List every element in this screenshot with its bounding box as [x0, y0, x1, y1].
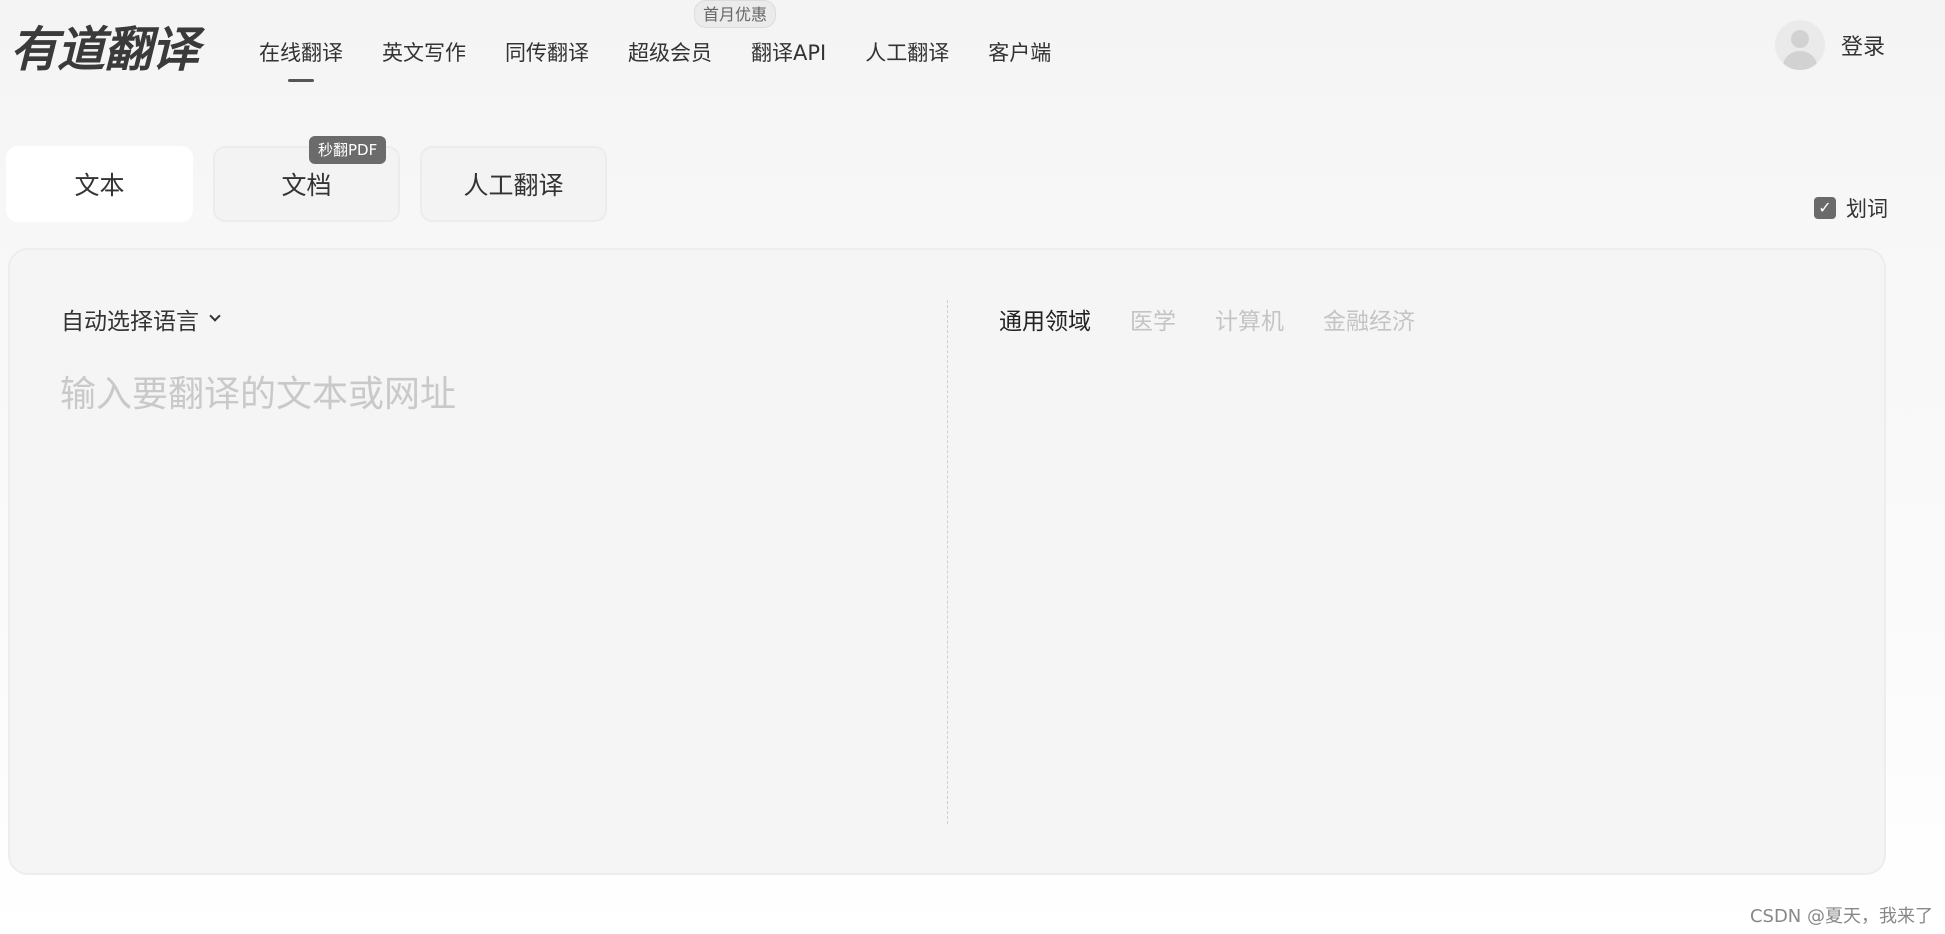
- login-button[interactable]: 登录: [1841, 29, 1885, 61]
- promo-badge: 首月优惠: [694, 0, 777, 28]
- youdao-logo[interactable]: 有道翻译: [10, 20, 199, 80]
- nav-english-writing[interactable]: 英文写作: [382, 36, 466, 70]
- nav-super-member[interactable]: 超级会员: [628, 36, 712, 70]
- nav-human-translation[interactable]: 人工翻译: [865, 36, 949, 70]
- top-nav: 在线翻译 英文写作 同传翻译 超级会员 翻译API 人工翻译 客户端: [259, 36, 1051, 82]
- tab-text[interactable]: 文本: [6, 146, 193, 222]
- watermark: CSDN @夏天，我来了: [1749, 906, 1933, 927]
- tab-human-translation-label: 人工翻译: [463, 171, 564, 200]
- domain-tab-general[interactable]: 通用领域: [999, 302, 1091, 336]
- user-area: 登录: [1774, 20, 1885, 70]
- tab-document[interactable]: 秒翻PDF 文档: [213, 136, 400, 222]
- tab-human-translation[interactable]: 人工翻译: [420, 146, 607, 222]
- domain-tab-computer[interactable]: 计算机: [1215, 302, 1284, 336]
- word-select-label: 划词: [1846, 197, 1888, 221]
- source-text-input[interactable]: [60, 365, 920, 805]
- panel-divider: [947, 300, 948, 824]
- tab-document-label: 文档: [281, 171, 332, 200]
- checkbox-checked-icon[interactable]: ✓: [1814, 197, 1836, 219]
- tab-text-label: 文本: [74, 171, 125, 200]
- mode-tabs: 文本 秒翻PDF 文档 人工翻译: [6, 136, 607, 222]
- translation-panel: 自动选择语言 通用领域 医学 计算机 金融经济: [8, 248, 1886, 875]
- domain-tab-medical[interactable]: 医学: [1130, 302, 1176, 336]
- avatar-icon[interactable]: [1774, 20, 1825, 70]
- nav-simultaneous-translation[interactable]: 同传翻译: [505, 36, 589, 70]
- domain-tab-finance[interactable]: 金融经济: [1323, 302, 1415, 336]
- nav-translate-api[interactable]: 翻译API: [751, 36, 826, 70]
- language-select-label: 自动选择语言: [61, 309, 199, 335]
- pdf-badge: 秒翻PDF: [309, 136, 387, 164]
- language-select[interactable]: 自动选择语言: [61, 302, 221, 336]
- word-select-toggle[interactable]: ✓ 划词: [1814, 193, 1888, 223]
- nav-online-translate[interactable]: 在线翻译: [259, 36, 343, 82]
- chevron-down-icon: [209, 310, 221, 322]
- nav-client[interactable]: 客户端: [988, 36, 1051, 70]
- domain-tabs: 通用领域 医学 计算机 金融经济: [999, 302, 1415, 336]
